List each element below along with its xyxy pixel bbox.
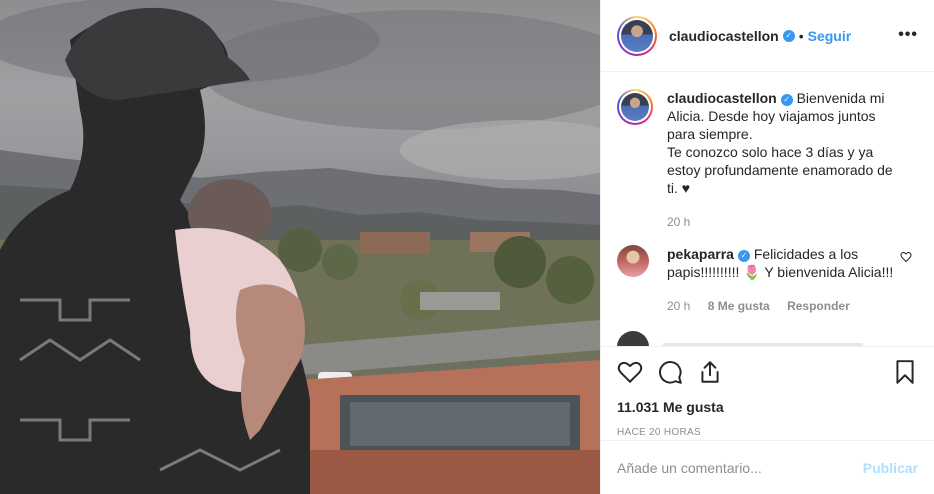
likes-count[interactable]: 11.031 Me gusta bbox=[617, 399, 918, 415]
post-side-panel: claudiocastellon ✓ • Seguir ••• claudioc… bbox=[600, 0, 934, 494]
caption-text-2: Te conozco solo hace 3 días y ya estoy p… bbox=[667, 144, 893, 196]
post-timestamp[interactable]: Hace 20 horas bbox=[617, 427, 918, 438]
comment-icon[interactable] bbox=[657, 359, 683, 385]
verified-badge-icon: ✓ bbox=[782, 29, 795, 42]
bookmark-icon[interactable] bbox=[892, 359, 918, 385]
comments-list[interactable]: claudiocastellon ✓ Bienvenida mi Alicia. … bbox=[601, 73, 934, 346]
follow-button[interactable]: Seguir bbox=[808, 28, 852, 44]
comment-item: pekaparra ✓ Felicidades a los papis!!!!!!… bbox=[617, 245, 918, 315]
verified-badge-icon: ✓ bbox=[737, 250, 750, 262]
commenter-avatar[interactable] bbox=[617, 245, 649, 277]
post-actions: 11.031 Me gusta Hace 20 horas bbox=[601, 346, 934, 438]
caption-avatar[interactable] bbox=[617, 89, 653, 125]
comment-age[interactable]: 20 h bbox=[667, 299, 690, 313]
author-username[interactable]: claudiocastellon bbox=[669, 28, 779, 44]
comment-like-heart-icon[interactable] bbox=[900, 251, 912, 263]
comment-item-partial bbox=[617, 331, 918, 346]
commenter-avatar[interactable] bbox=[617, 331, 649, 346]
post-header: claudiocastellon ✓ • Seguir ••• bbox=[601, 0, 934, 72]
reply-button[interactable]: Responder bbox=[787, 299, 850, 313]
post-photo[interactable] bbox=[0, 0, 600, 494]
photo-illustration bbox=[0, 0, 600, 494]
caption: claudiocastellon ✓ Bienvenida mi Alicia. … bbox=[617, 89, 918, 231]
commenter-username[interactable]: pekaparra bbox=[667, 246, 734, 262]
separator-dot: • bbox=[798, 27, 804, 44]
action-icons bbox=[617, 357, 918, 387]
comment-input[interactable] bbox=[617, 459, 863, 476]
caption-age[interactable]: 20 h bbox=[667, 215, 690, 229]
author-avatar[interactable] bbox=[617, 15, 657, 56]
publish-button[interactable]: Publicar bbox=[863, 460, 918, 476]
more-options-icon[interactable]: ••• bbox=[898, 26, 918, 44]
caption-username[interactable]: claudiocastellon bbox=[667, 90, 777, 106]
share-icon[interactable] bbox=[697, 359, 723, 385]
add-comment-bar: Publicar bbox=[601, 440, 934, 494]
comment-likes[interactable]: 8 Me gusta bbox=[708, 299, 770, 313]
heart-icon[interactable] bbox=[617, 359, 643, 385]
verified-badge-icon: ✓ bbox=[780, 94, 793, 106]
